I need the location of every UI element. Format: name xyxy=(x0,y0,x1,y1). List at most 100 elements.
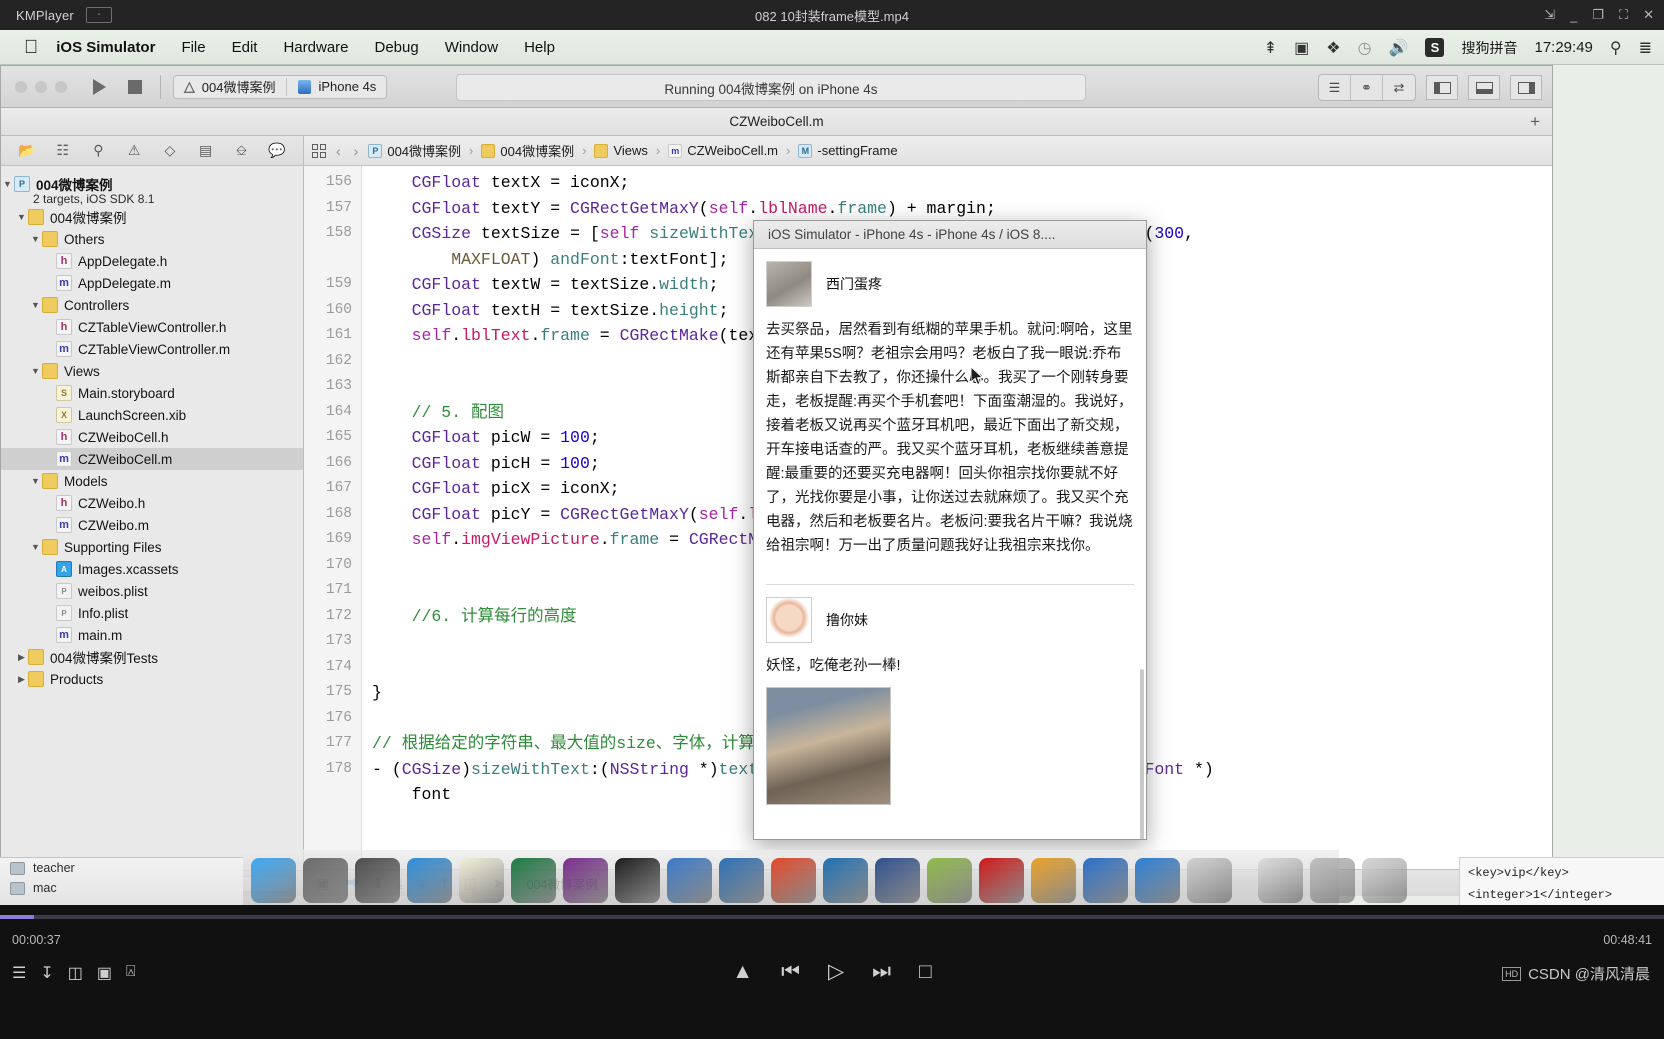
tree-row-Supporting Files[interactable]: ▼ Supporting Files xyxy=(1,536,303,558)
breadcrumb-item-4[interactable]: M -settingFrame xyxy=(798,143,898,158)
excel-icon[interactable] xyxy=(511,858,556,903)
tree-row-CZWeiboCell.m[interactable]: m CZWeiboCell.m xyxy=(1,448,303,470)
assistant-editor-icon[interactable]: ⚭ xyxy=(1351,75,1383,100)
breadcrumb-item-2[interactable]: Views xyxy=(594,143,648,158)
previous-icon[interactable]: ⏮ xyxy=(781,960,800,984)
preview-icon[interactable] xyxy=(927,858,972,903)
search-icon[interactable]: ⚲ xyxy=(1610,38,1622,58)
tree-row-004微博案例[interactable]: ▼ 004微博案例 xyxy=(1,206,303,228)
minimize-icon[interactable] xyxy=(35,80,47,93)
menu-hardware[interactable]: Hardware xyxy=(283,39,348,56)
breakpoint-navigator-icon[interactable]: ⎒ xyxy=(229,142,253,159)
source-control-navigator-icon[interactable]: ☷ xyxy=(51,142,75,159)
sogou-badge[interactable]: S xyxy=(1425,38,1445,57)
fullscreen-icon[interactable]: ⛶ xyxy=(1619,7,1628,23)
close-icon[interactable] xyxy=(15,80,27,93)
safari-icon[interactable] xyxy=(407,858,452,903)
terminal-icon[interactable] xyxy=(615,858,660,903)
screen-record-icon[interactable]: ▣ xyxy=(1294,38,1309,58)
tree-row-LaunchScreen.xib[interactable]: X LaunchScreen.xib xyxy=(1,404,303,426)
breadcrumb-item-1[interactable]: 004微博案例 xyxy=(481,141,574,160)
report-navigator-icon[interactable]: 💬 xyxy=(265,142,289,159)
minimize-icon[interactable]: _ xyxy=(1570,8,1577,23)
tree-row-Others[interactable]: ▼ Others xyxy=(1,228,303,250)
menu-debug[interactable]: Debug xyxy=(375,39,419,56)
stop-button[interactable] xyxy=(128,79,142,94)
timemachine-icon[interactable]: ◷ xyxy=(1358,38,1372,58)
disclosure-triangle[interactable]: ▶ xyxy=(15,652,28,663)
weibo-cell[interactable]: 撸你妹 妖怪，吃俺老孙一棒! xyxy=(754,585,1146,813)
maximize-icon[interactable]: ❐ xyxy=(1592,7,1604,23)
quicktime-icon[interactable] xyxy=(875,858,920,903)
window-traffic-lights[interactable] xyxy=(15,80,67,93)
notification-center-icon[interactable]: ≣ xyxy=(1639,38,1652,58)
weibo-cell[interactable]: 西门蛋疼 去买祭品，居然看到有纸糊的苹果手机。就问:啊哈，这里还有苹果5S啊？老… xyxy=(754,249,1146,566)
breadcrumb-item-3[interactable]: m CZWeiboCell.m xyxy=(668,143,778,158)
navigator-toggle-icon[interactable] xyxy=(1426,75,1458,100)
zoom-icon[interactable] xyxy=(55,80,67,93)
simulator-icon[interactable] xyxy=(719,858,764,903)
apple-icon[interactable]:  xyxy=(24,38,38,57)
airdrop-icon[interactable] xyxy=(1310,858,1355,903)
project-tree[interactable]: ▼ P 004微博案例 2 targets, iOS SDK 8.1 ▼ 004微… xyxy=(1,166,303,870)
notes-icon[interactable] xyxy=(459,858,504,903)
editor-mode-segment[interactable]: ☰ ⚭ ⇄ xyxy=(1318,74,1416,101)
menu-help[interactable]: Help xyxy=(524,39,555,56)
disclosure-triangle[interactable]: ▶ xyxy=(15,674,28,685)
menubar-clock[interactable]: 17:29:49 xyxy=(1534,39,1592,56)
disclosure-triangle[interactable]: ▼ xyxy=(29,366,42,376)
tree-row-004微博案例Tests[interactable]: ▶ 004微博案例Tests xyxy=(1,646,303,668)
tree-row-Models[interactable]: ▼ Models xyxy=(1,470,303,492)
version-editor-icon[interactable]: ⇄ xyxy=(1383,75,1415,100)
scheme-selector[interactable]: △ 004微博案例 iPhone 4s xyxy=(173,74,388,99)
tree-row-Products[interactable]: ▶ Products xyxy=(1,668,303,690)
menu-window[interactable]: Window xyxy=(445,39,498,56)
tree-row-Controllers[interactable]: ▼ Controllers xyxy=(1,294,303,316)
volume-icon[interactable]: 🔊 xyxy=(1389,38,1409,58)
disclosure-triangle[interactable]: ▼ xyxy=(29,234,42,244)
filezilla-icon[interactable] xyxy=(979,858,1024,903)
onenote-icon[interactable] xyxy=(563,858,608,903)
simulator-screen[interactable]: 西门蛋疼 去买祭品，居然看到有纸糊的苹果手机。就问:啊哈，这里还有苹果5S啊？老… xyxy=(754,249,1146,839)
code-line[interactable]: CGFloat textX = iconX; xyxy=(372,170,1552,196)
ios-simulator-window[interactable]: iOS Simulator - iPhone 4s - iPhone 4s / … xyxy=(753,220,1147,840)
scrollbar[interactable] xyxy=(1140,669,1144,839)
related-items-icon[interactable] xyxy=(312,143,326,158)
system-preferences-icon[interactable] xyxy=(303,858,348,903)
disclosure-triangle[interactable]: ▼ xyxy=(29,300,42,310)
issue-navigator-icon[interactable]: ⚠ xyxy=(122,142,146,159)
breadcrumb-item-0[interactable]: P 004微博案例 xyxy=(368,141,461,160)
tree-row-AppDelegate.h[interactable]: h AppDelegate.h xyxy=(1,250,303,272)
help-icon[interactable] xyxy=(771,858,816,903)
menu-ios-simulator[interactable]: iOS Simulator xyxy=(56,39,155,56)
tree-row-CZTableViewController.h[interactable]: h CZTableViewController.h xyxy=(1,316,303,338)
trash-icon[interactable] xyxy=(1362,858,1407,903)
tree-row-Info.plist[interactable]: P Info.plist xyxy=(1,602,303,624)
back-button[interactable]: ‹ xyxy=(333,143,344,159)
tree-row-main.m[interactable]: m main.m xyxy=(1,624,303,646)
input-method-label[interactable]: 搜狗拼音 xyxy=(1461,38,1517,58)
disclosure-triangle[interactable]: ▼ xyxy=(15,212,28,222)
mac-dock[interactable] xyxy=(243,850,1407,905)
bluetooth-icon[interactable]: ⇞ xyxy=(1264,38,1277,58)
xcode-icon[interactable] xyxy=(667,858,712,903)
player-minimize-badge[interactable]: - xyxy=(85,7,112,23)
play-icon[interactable]: ▷ xyxy=(828,959,844,984)
sketch-icon[interactable] xyxy=(1031,858,1076,903)
eject-icon[interactable]: ▲ xyxy=(732,960,753,984)
close-icon[interactable]: ✕ xyxy=(1643,7,1654,23)
word-icon[interactable] xyxy=(1083,858,1128,903)
project-navigator-icon[interactable]: 📂 xyxy=(15,142,39,159)
tree-row-AppDelegate.m[interactable]: m AppDelegate.m xyxy=(1,272,303,294)
finder-icon[interactable] xyxy=(251,858,296,903)
xcode-beta-icon[interactable] xyxy=(1187,858,1232,903)
stop-icon[interactable]: □ xyxy=(919,960,932,984)
test-navigator-icon[interactable]: ◇ xyxy=(158,142,182,159)
tree-row-weibos.plist[interactable]: Pweibos.plist xyxy=(1,580,303,602)
run-button[interactable] xyxy=(93,78,106,95)
disclosure-triangle[interactable]: ▼ xyxy=(1,179,14,189)
utilities-toggle-icon[interactable] xyxy=(1510,75,1542,100)
forward-button[interactable]: › xyxy=(351,143,362,159)
airdrop-icon[interactable]: ❖ xyxy=(1326,38,1340,58)
code-line[interactable]: CGFloat textY = CGRectGetMaxY(self.lblNa… xyxy=(372,196,1552,222)
